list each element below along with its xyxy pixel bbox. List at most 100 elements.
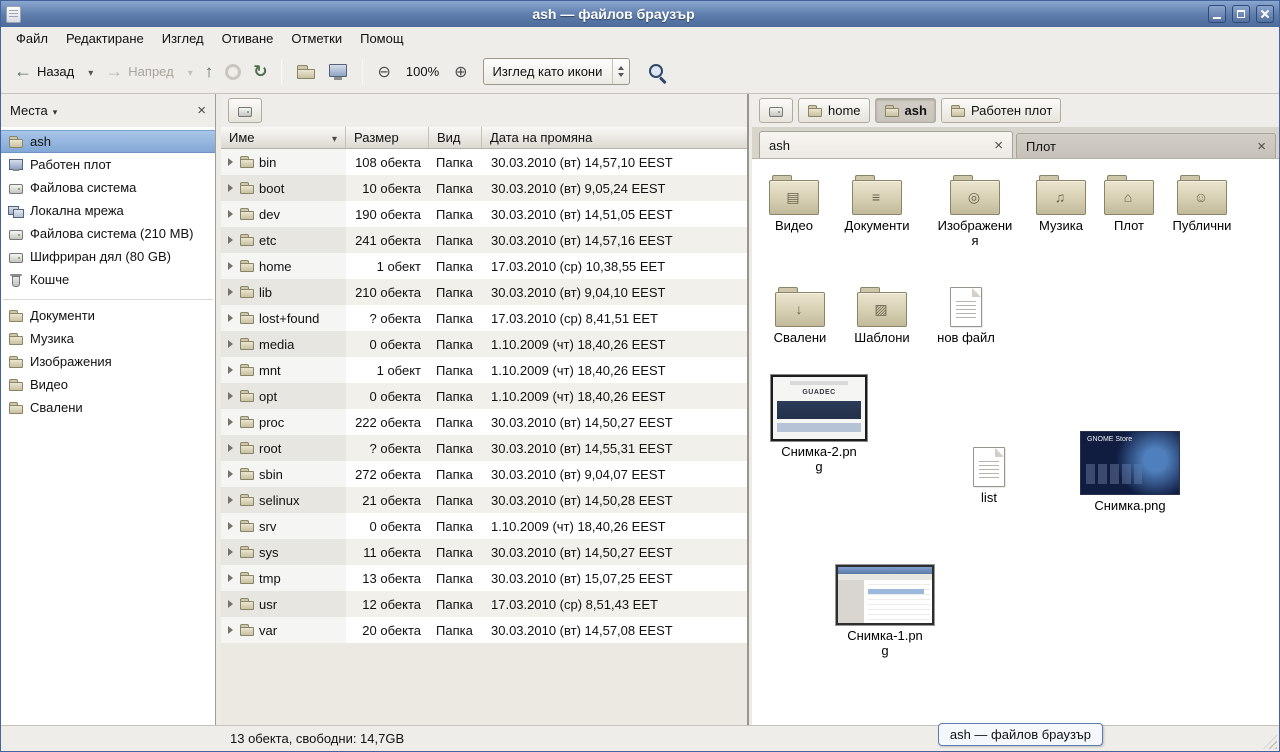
expander-icon[interactable] xyxy=(228,548,233,556)
sidebar-item[interactable]: Изображения xyxy=(1,350,215,373)
expander-icon[interactable] xyxy=(228,340,233,348)
expander-icon[interactable] xyxy=(228,158,233,166)
icon-item[interactable]: GNOME Store Снимка.png xyxy=(1088,431,1172,514)
table-row[interactable]: etc 241 обекта Папка 30.03.2010 (вт) 14,… xyxy=(221,227,747,253)
back-dropdown[interactable] xyxy=(83,60,98,83)
expander-icon[interactable] xyxy=(228,236,233,244)
column-header-date[interactable]: Дата на промяна xyxy=(482,127,747,148)
resize-grip[interactable] xyxy=(1263,735,1277,749)
path-button[interactable] xyxy=(228,98,262,123)
column-header-size[interactable]: Размер xyxy=(346,127,429,148)
icon-item[interactable]: Публични xyxy=(1160,175,1244,234)
table-row[interactable]: root ? обекта Папка 30.03.2010 (вт) 14,5… xyxy=(221,435,747,461)
table-row[interactable]: lib 210 обекта Папка 30.03.2010 (вт) 9,0… xyxy=(221,279,747,305)
icon-item[interactable]: Видео xyxy=(752,175,836,234)
table-row[interactable]: home 1 обект Папка 17.03.2010 (ср) 10,38… xyxy=(221,253,747,279)
column-header-name[interactable]: Име xyxy=(221,127,346,148)
menu-item[interactable]: Отметки xyxy=(282,28,351,49)
expander-icon[interactable] xyxy=(228,418,233,426)
icon-item[interactable]: Шаблони xyxy=(840,287,924,346)
icon-item[interactable]: Свалени xyxy=(758,287,842,346)
tab-close-button[interactable] xyxy=(994,138,1003,153)
expander-icon[interactable] xyxy=(228,626,233,634)
expander-icon[interactable] xyxy=(228,496,233,504)
sidebar-item[interactable] xyxy=(3,291,213,300)
table-row[interactable]: media 0 обекта Папка 1.10.2009 (чт) 18,4… xyxy=(221,331,747,357)
table-row[interactable]: mnt 1 обект Папка 1.10.2009 (чт) 18,40,2… xyxy=(221,357,747,383)
table-row[interactable]: opt 0 обекта Папка 1.10.2009 (чт) 18,40,… xyxy=(221,383,747,409)
icon-item[interactable]: Плот xyxy=(1087,175,1171,234)
sidebar-item[interactable]: Видео xyxy=(1,373,215,396)
menu-item[interactable]: Помощ xyxy=(351,28,412,49)
sidebar-item[interactable]: Файлова система xyxy=(1,176,215,199)
forward-button[interactable]: Напред xyxy=(100,57,180,86)
expander-icon[interactable] xyxy=(228,470,233,478)
icon-item[interactable]: GUADEC Снимка-2.png xyxy=(777,375,861,475)
expander-icon[interactable] xyxy=(228,288,233,296)
expander-icon[interactable] xyxy=(228,444,233,452)
stop-button[interactable] xyxy=(220,60,246,84)
table-row[interactable]: sys 11 обекта Папка 30.03.2010 (вт) 14,5… xyxy=(221,539,747,565)
maximize-button[interactable] xyxy=(1232,5,1250,23)
forward-dropdown[interactable] xyxy=(183,60,198,83)
table-row[interactable]: var 20 обекта Папка 30.03.2010 (вт) 14,5… xyxy=(221,617,747,643)
tab-close-button[interactable] xyxy=(1257,139,1266,154)
expander-icon[interactable] xyxy=(228,314,233,322)
sidebar-item[interactable]: Кошче xyxy=(1,268,215,291)
combo-spinner-icon[interactable] xyxy=(612,59,629,84)
table-row[interactable]: bin 108 обекта Папка 30.03.2010 (вт) 14,… xyxy=(221,149,747,175)
icon-item[interactable]: Снимка-1.png xyxy=(843,565,927,659)
sidebar-item[interactable]: Свалени xyxy=(1,396,215,419)
back-button[interactable]: Назад xyxy=(9,57,81,86)
sidebar-item[interactable]: Документи xyxy=(1,304,215,327)
menu-item[interactable]: Редактиране xyxy=(57,28,153,49)
table-row[interactable]: lost+found ? обекта Папка 17.03.2010 (ср… xyxy=(221,305,747,331)
table-row[interactable]: tmp 13 обекта Папка 30.03.2010 (вт) 15,0… xyxy=(221,565,747,591)
expander-icon[interactable] xyxy=(228,392,233,400)
titlebar[interactable]: ash — файлов браузър xyxy=(1,1,1279,27)
expander-icon[interactable] xyxy=(228,522,233,530)
menu-item[interactable]: Изглед xyxy=(153,28,213,49)
path-button[interactable] xyxy=(759,98,793,123)
path-button[interactable]: ash xyxy=(875,98,936,123)
path-button[interactable]: Работен плот xyxy=(941,98,1061,123)
tab[interactable]: ash xyxy=(759,131,1013,158)
sidebar-close-button[interactable] xyxy=(197,103,206,118)
expander-icon[interactable] xyxy=(228,366,233,374)
expander-icon[interactable] xyxy=(228,262,233,270)
menu-item[interactable]: Файл xyxy=(7,28,57,49)
icon-item[interactable]: нов файл xyxy=(924,287,1008,346)
home-button[interactable] xyxy=(291,59,321,85)
chevron-down-icon[interactable] xyxy=(53,103,58,118)
table-row[interactable]: dev 190 обекта Папка 30.03.2010 (вт) 14,… xyxy=(221,201,747,227)
table-row[interactable]: srv 0 обекта Папка 1.10.2009 (чт) 18,40,… xyxy=(221,513,747,539)
expander-icon[interactable] xyxy=(228,600,233,608)
zoom-in-button[interactable] xyxy=(449,58,472,86)
search-button[interactable] xyxy=(642,58,672,86)
table-row[interactable]: selinux 21 обекта Папка 30.03.2010 (вт) … xyxy=(221,487,747,513)
table-row[interactable]: sbin 272 обекта Папка 30.03.2010 (вт) 9,… xyxy=(221,461,747,487)
menu-item[interactable]: Отиване xyxy=(213,28,283,49)
expander-icon[interactable] xyxy=(228,210,233,218)
table-row[interactable]: usr 12 обекта Папка 17.03.2010 (ср) 8,51… xyxy=(221,591,747,617)
sidebar-title[interactable]: Места xyxy=(10,103,48,118)
expander-icon[interactable] xyxy=(228,184,233,192)
tab[interactable]: Плот xyxy=(1016,133,1276,158)
reload-button[interactable] xyxy=(248,58,272,86)
table-row[interactable]: boot 10 обекта Папка 30.03.2010 (вт) 9,0… xyxy=(221,175,747,201)
path-button[interactable]: home xyxy=(798,98,870,123)
sidebar-item[interactable]: Работен плот xyxy=(1,153,215,176)
column-header-type[interactable]: Вид xyxy=(429,127,482,148)
icon-item[interactable]: list xyxy=(947,447,1031,506)
expander-icon[interactable] xyxy=(228,574,233,582)
computer-button[interactable] xyxy=(323,60,353,84)
up-button[interactable] xyxy=(200,58,219,86)
sidebar-item[interactable]: Музика xyxy=(1,327,215,350)
icon-item[interactable]: Изображения xyxy=(933,175,1017,249)
sidebar-item[interactable]: Шифриран дял (80 GB) xyxy=(1,245,215,268)
table-row[interactable]: proc 222 обекта Папка 30.03.2010 (вт) 14… xyxy=(221,409,747,435)
zoom-out-button[interactable] xyxy=(372,58,395,86)
icon-item[interactable]: Документи xyxy=(835,175,919,234)
sidebar-item[interactable]: Файлова система (210 MB) xyxy=(1,222,215,245)
view-mode-combobox[interactable]: Изглед като икони xyxy=(483,58,631,85)
